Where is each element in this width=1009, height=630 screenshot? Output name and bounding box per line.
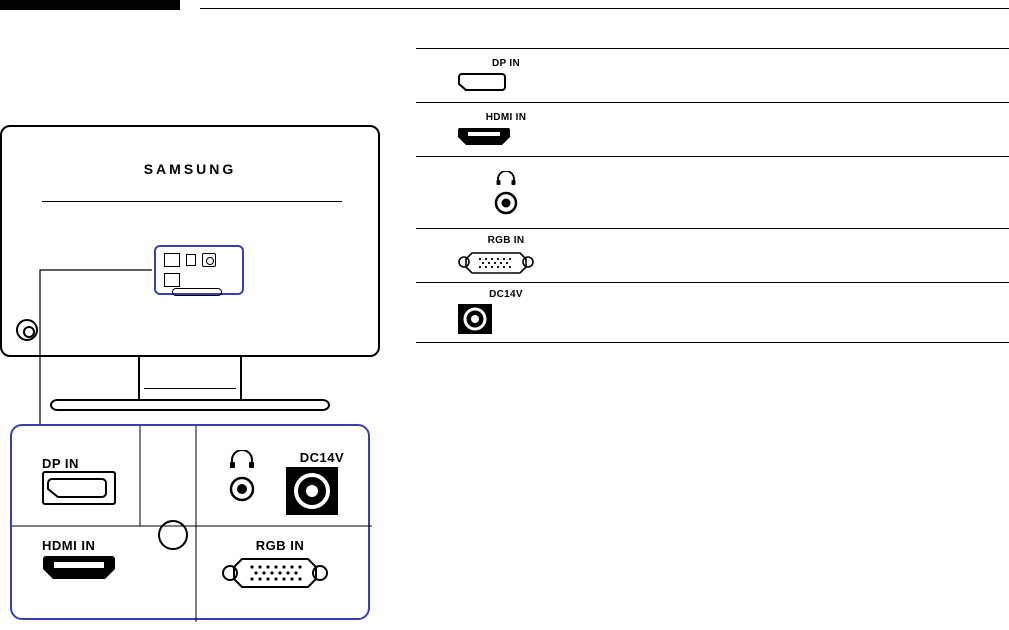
port-label: RGB IN: [456, 235, 556, 246]
port-description: [556, 70, 1009, 82]
dc-power-icon: [456, 302, 494, 336]
displayport-icon: [456, 71, 512, 93]
port-label: HDMI IN: [456, 112, 556, 123]
port-description: [556, 250, 1009, 262]
port-label: DC14V: [456, 289, 556, 300]
port-description: [556, 307, 1009, 319]
hdmi-icon: [456, 125, 512, 147]
table-row: [416, 156, 1009, 228]
port-description: [556, 187, 1009, 199]
table-row: DP IN: [416, 48, 1009, 102]
table-row: RGB IN: [416, 228, 1009, 282]
port-label: DP IN: [456, 58, 556, 69]
port-description-table: DP IN HDMI IN: [416, 48, 1009, 343]
vga-icon: [456, 248, 536, 276]
table-row: HDMI IN: [416, 102, 1009, 156]
port-description: [556, 124, 1009, 136]
table-row: DC14V: [416, 282, 1009, 343]
port-panel-zoom: DP IN HDMI IN: [10, 424, 370, 620]
headphone-icon: [495, 171, 517, 185]
panel-inner-dividers: [12, 426, 372, 622]
audio-jack-icon: [494, 191, 518, 215]
